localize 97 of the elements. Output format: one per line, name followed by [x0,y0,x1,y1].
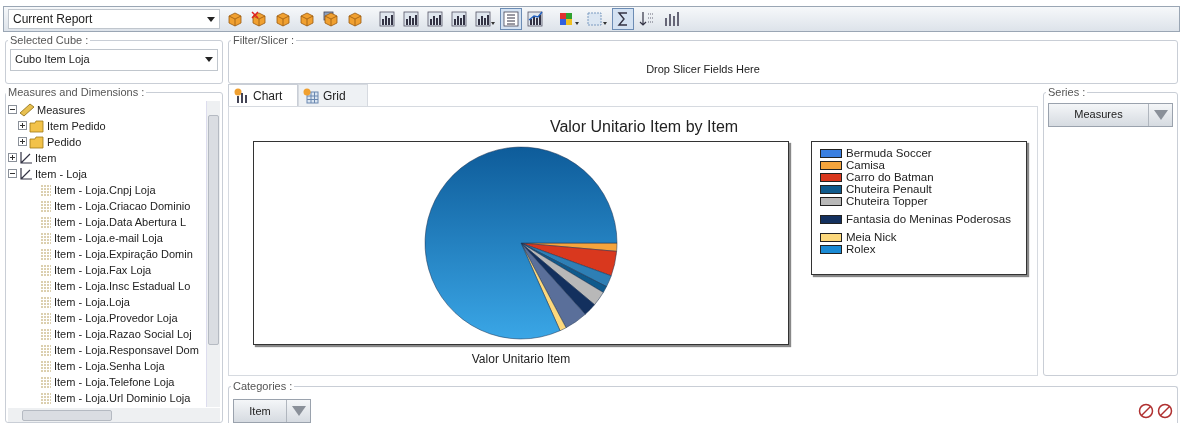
chart-menu-icon [474,10,496,28]
collapse-icon[interactable] [8,105,17,114]
legend-label: Chuteira Penault [846,183,932,195]
tree-item[interactable]: Item - Loja.Data Abertura L [54,214,187,229]
expand-icon[interactable] [18,137,27,146]
cube-icon [274,10,292,28]
cube-icon [298,10,316,28]
legend-label: Camisa [846,159,885,171]
tree-item[interactable]: Item - Loja.Cnpj Loja [54,182,156,197]
expand-icon[interactable] [18,121,27,130]
grid-dots-icon [40,183,52,196]
bar-chart-icon [402,10,420,28]
bar-chart-icon [378,10,396,28]
ruler-icon [19,102,35,117]
tree-item[interactable]: Item Pedido [47,118,106,133]
panel-title: Selected Cube : [9,33,90,48]
legend-label: Carro do Batman [846,171,934,183]
grid-dots-icon [40,247,52,260]
drop-zone-hint: Drop Slicer Fields Here [645,61,761,77]
legend-label: Chuteira Topper [846,195,928,207]
dropdown-caret-icon [205,57,213,62]
report-select[interactable]: Current Report [8,9,220,29]
panel-title: Measures and Dimensions : [7,85,146,100]
tree-item[interactable]: Item - Loja.Url Dominio Loja [54,390,191,405]
grid-dots-icon [40,215,52,228]
tree-item[interactable]: Item - Loja.e-mail Loja [54,230,163,245]
bar-chart-icon [233,87,249,104]
grid-dots-icon [40,375,52,388]
tree-item[interactable]: Item - Loja [35,166,87,181]
field-button[interactable]: Item [233,399,311,423]
grid-dots-icon [40,359,52,372]
axis-icon [19,151,33,164]
cube-select[interactable]: Cubo Item Loja [10,48,218,71]
tab[interactable]: Chart [228,84,298,106]
stacked-cubes-icon [322,10,340,28]
panel-title: Filter/Slicer : [232,33,296,48]
tree-item[interactable]: Pedido [47,134,82,149]
toolbar-button[interactable] [472,8,498,30]
legend-label: Meia Nick [846,231,897,243]
list-icon [502,10,520,28]
legend-label: Bermuda Soccer [846,147,932,159]
tree-item[interactable]: Item - Loja.Provedor Loja [54,310,178,325]
toolbar-button[interactable] [400,8,422,30]
axis-icon [19,167,33,180]
cube-icon [346,10,364,28]
grid-dots-icon [40,231,52,244]
bar-chart-icon [662,10,680,28]
chart-title: Valor Unitario Item by Item [549,117,739,137]
legend-label: Rolex [846,243,876,255]
bar-chart-icon [450,10,468,28]
sort-icon [638,10,656,28]
dropdown-triangle-icon [291,406,306,416]
grid-dots-icon [40,311,52,324]
toolbar-button[interactable] [376,8,398,30]
tree-item[interactable]: Item - Loja.Insc Estadual Lo [54,278,191,293]
dropdown-caret-icon [207,16,215,22]
cube-icon [226,10,244,28]
grid-dots-icon [40,391,52,404]
tree-item[interactable]: Item - Loja.Criacao Dominio [54,198,191,213]
panel-title: Series : [1047,85,1087,100]
tree-item[interactable]: Measures [37,102,86,117]
grid-dots-icon [40,199,52,212]
tree-item[interactable]: Item - Loja.Expiração Domin [54,246,193,261]
tab[interactable]: Grid [298,84,368,106]
toolbar-button[interactable] [524,8,546,30]
tree-item[interactable]: Item - Loja.Telefone Loja [54,374,175,389]
grid-dots-icon [40,295,52,308]
horizontal-scrollbar[interactable] [8,408,220,422]
grid-dots-icon [40,343,52,356]
field-button[interactable]: Measures [1048,102,1173,127]
grid-menu-icon [586,10,608,28]
color-palette-icon [558,10,580,28]
grid-dots-icon [40,263,52,276]
toolbar-button[interactable] [612,8,634,30]
line-chart-icon [526,10,544,28]
panel-title: Categories : [232,379,294,394]
vertical-scrollbar[interactable] [206,100,220,407]
tree-item[interactable]: Item - Loja.Senha Loja [54,358,165,373]
legend-label: Fantasia do Meninas Poderosas [846,213,1011,225]
folder-icon [29,118,45,133]
tree-item[interactable]: Item - Loja.Responsavel Dom [54,342,199,357]
table-icon [303,87,319,104]
cube-remove-icon [250,10,268,28]
toolbar-button[interactable] [448,8,470,30]
tree-item[interactable]: Item - Loja.Loja [54,294,130,309]
bar-chart-icon [426,10,444,28]
tree-item[interactable]: Item - Loja.Razao Social Loj [54,326,192,341]
grid-dots-icon [40,327,52,340]
tree-item[interactable]: Item - Loja.Fax Loja [54,262,152,277]
grid-dots-icon [40,279,52,292]
dropdown-triangle-icon [1153,109,1168,120]
tree-item[interactable]: Item [35,150,57,165]
folder-icon [29,134,45,149]
axis-label: Valor Unitario Item [471,351,571,368]
expand-icon[interactable] [8,153,17,162]
collapse-icon[interactable] [8,169,17,178]
toolbar-button[interactable] [424,8,446,30]
